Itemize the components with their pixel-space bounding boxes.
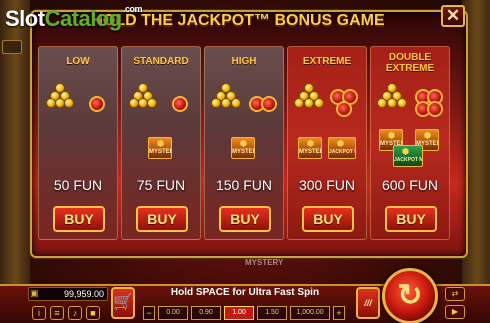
game-stage: HOLD THE JACKPOT™ BONUS GAME ✕ SlotCatal… [0,0,490,323]
watermark-suffix: .com [123,4,143,14]
level-price: 600 FUN [381,177,439,193]
watermark-part2: Catalog [44,6,123,31]
bet-option[interactable]: 1.50 [257,306,287,320]
buy-feature-cart-button[interactable]: 🛒 [111,287,135,319]
jackpot-mystery-symbol-icon: JACKPOT MYSTERY [393,145,423,167]
spin-arrows-icon: ↻ [397,279,423,312]
info-button[interactable]: i [32,306,46,320]
bet-option[interactable]: 1,000.00 [290,306,330,320]
red-gem-icon [89,96,105,112]
bet-increase-button[interactable]: + [333,306,345,320]
red-gem-icon [336,101,352,117]
level-price: 150 FUN [215,177,273,193]
red-gem-icon [172,96,188,112]
buy-button-high[interactable]: BUY [219,206,271,232]
mystery-symbol-icon: MYSTERY [231,137,255,159]
spin-button[interactable]: ↻ [382,268,438,323]
buy-button-low[interactable]: BUY [53,206,105,232]
coins-icon [129,83,164,109]
level-card-extreme: EXTREME MYSTERY JACKPOT MYSTERY 300 FUN … [287,46,367,240]
autoplay-button[interactable]: ⇄ [445,287,465,301]
level-name: LOW [66,56,90,67]
red-gem-icon [427,101,443,117]
watermark-logo: SlotCatalog .com [5,4,143,32]
watermark-part1: Slot [5,6,45,31]
level-name: EXTREME [302,56,352,67]
level-card-double-extreme: DOUBLE EXTREME MYSTERY MYSTERY JACKPOT M… [370,46,450,240]
jackpot-mystery-symbol-icon: JACKPOT MYSTERY [328,137,356,159]
bet-option-selected[interactable]: 1.00 [224,306,254,320]
level-price: 75 FUN [136,177,186,193]
menu-button[interactable]: ≡ [50,306,64,320]
level-price: 300 FUN [298,177,356,193]
bet-decrease-button[interactable]: − [143,306,155,320]
level-name: DOUBLE EXTREME [385,52,435,74]
balance-display: 99,959.00 [28,287,108,301]
bet-option[interactable]: 0.00 [158,306,188,320]
level-price: 50 FUN [53,177,103,193]
mystery-symbol-icon: MYSTERY [148,137,172,159]
close-button[interactable]: ✕ [441,5,465,27]
level-card-high: HIGH MYSTERY 150 FUN BUY [204,46,284,240]
red-gem-icon [261,96,277,112]
level-name: HIGH [231,56,257,67]
wallet-icon: ▣ [30,288,39,298]
coins-icon [294,83,328,109]
coins-icon [377,83,411,109]
buy-button-double-extreme[interactable]: BUY [385,206,437,232]
coins-icon [211,83,245,109]
bet-option[interactable]: 0.90 [191,306,221,320]
turbo-button[interactable]: /// [356,287,380,319]
mystery-symbol-icon: MYSTERY [298,137,322,159]
level-name: STANDARD [133,56,189,67]
level-card-low: LOW 50 FUN BUY [38,46,118,240]
sound-button[interactable]: ♪ [68,306,82,320]
side-menu-button[interactable] [2,40,22,54]
coins-icon [46,83,81,109]
buy-button-standard[interactable]: BUY [136,206,188,232]
level-card-standard: STANDARD MYSTERY 75 FUN BUY [121,46,201,240]
hold-space-hint: Hold SPACE for Ultra Fast Spin [170,287,320,298]
background-mystery-text: MYSTERY [245,258,284,267]
buy-button-extreme[interactable]: BUY [302,206,354,232]
settings-button[interactable]: ■ [86,306,100,320]
play-button[interactable]: ▶ [445,305,465,319]
